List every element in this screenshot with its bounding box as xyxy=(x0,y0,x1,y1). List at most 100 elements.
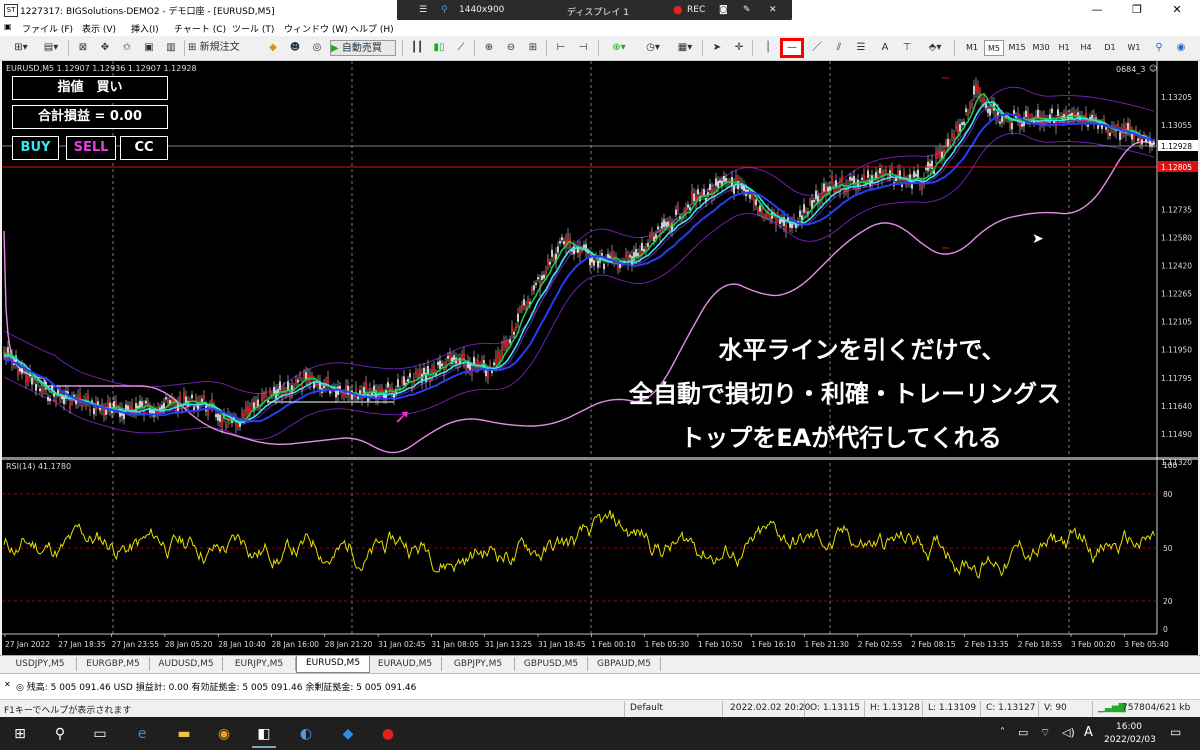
menu-view[interactable]: 表示 (V) xyxy=(82,22,116,35)
symbol-tab-gbpjpy[interactable]: GBPJPY,M5 xyxy=(442,657,515,671)
timeframe-d1[interactable]: D1 xyxy=(1100,40,1120,56)
tray-up-icon[interactable]: ˄ xyxy=(1000,727,1005,738)
time-tick-label: 31 Jan 08:05 xyxy=(431,640,479,649)
recorder-app-icon[interactable]: ● xyxy=(376,722,400,746)
candle xyxy=(291,385,293,394)
windows-start-icon[interactable]: ⊞ xyxy=(8,722,32,746)
bar-chart-icon[interactable]: ┃┃ xyxy=(408,40,426,56)
close-button[interactable]: ✕ xyxy=(1157,0,1197,20)
auto-scroll-icon[interactable]: ⊢ xyxy=(552,40,570,56)
candle xyxy=(755,199,757,206)
timeframe-h4[interactable]: H4 xyxy=(1076,40,1096,56)
camera-icon[interactable]: ◙ xyxy=(719,5,728,15)
text-label-icon[interactable]: ⊤ xyxy=(898,40,916,56)
tester-icon[interactable]: ▥ xyxy=(162,40,180,56)
channel-icon[interactable]: ⫽ xyxy=(830,40,848,56)
metaeditor-icon[interactable]: ◆ xyxy=(264,40,282,56)
indicators-icon[interactable]: ⊕▾ xyxy=(604,40,634,56)
symbol-tab-eurusd[interactable]: EURUSD,M5 xyxy=(296,656,370,673)
search-icon[interactable]: ⚲ xyxy=(48,722,72,746)
menu-tools[interactable]: ツール (T) xyxy=(232,22,274,35)
app-icon-blue[interactable]: ◐ xyxy=(294,722,318,746)
search-icon[interactable]: ⚲ xyxy=(1150,40,1168,56)
zoom-out-icon[interactable]: ⊖ xyxy=(502,40,520,56)
clock[interactable]: 16:00 2022/02/03 xyxy=(1104,721,1156,747)
templates-icon[interactable]: ▦▾ xyxy=(670,40,700,56)
zoom-in-icon[interactable]: ⊕ xyxy=(480,40,498,56)
battery-icon[interactable]: ▭ xyxy=(1018,726,1028,739)
cursor-icon[interactable]: ➤ xyxy=(708,40,726,56)
menu-insert[interactable]: 挿入(I) xyxy=(131,22,159,35)
navigator-icon[interactable]: ✩ xyxy=(118,40,136,56)
task-view-icon[interactable]: ▭ xyxy=(88,722,112,746)
timeframe-m15[interactable]: M15 xyxy=(1006,40,1028,56)
data-window-icon[interactable]: ✥ xyxy=(96,40,114,56)
market-watch-icon[interactable]: ⊠ xyxy=(74,40,92,56)
symbol-tab-euraud[interactable]: EURAUD,M5 xyxy=(369,657,442,671)
sell-button[interactable]: SELL xyxy=(66,136,116,160)
signals-icon[interactable]: ☻ xyxy=(286,40,304,56)
file-explorer-icon[interactable]: ▬ xyxy=(172,722,196,746)
close-all-button[interactable]: CC xyxy=(120,136,168,160)
mdi-icon[interactable]: ▣ xyxy=(4,22,12,31)
terminal-close-icon[interactable]: ✕ xyxy=(4,680,11,689)
order-type-display[interactable]: 指値 買い xyxy=(12,76,168,100)
timeframe-m30[interactable]: M30 xyxy=(1030,40,1052,56)
candle xyxy=(273,386,275,394)
crosshair-icon[interactable]: ✛ xyxy=(730,40,748,56)
symbol-tab-eurjpy[interactable]: EURJPY,M5 xyxy=(223,657,296,671)
symbol-tab-gbpaud[interactable]: GBPAUD,M5 xyxy=(588,657,661,671)
menu-icon[interactable]: ☰ xyxy=(419,5,427,15)
text-icon[interactable]: A xyxy=(876,40,894,56)
fibonacci-icon[interactable]: ☰ xyxy=(852,40,870,56)
chart-shift-icon[interactable]: ⊣ xyxy=(574,40,592,56)
recorder-close-icon[interactable]: ✕ xyxy=(769,5,777,15)
candle xyxy=(757,209,759,213)
candle-chart-icon[interactable]: ▮▯ xyxy=(430,40,448,56)
new-order-button[interactable]: ⊞ 新規注文 xyxy=(188,40,262,56)
menu-help[interactable]: ヘルプ (H) xyxy=(350,22,394,35)
timeframe-m5[interactable]: M5 xyxy=(984,40,1004,56)
pin-icon[interactable]: ⚲ xyxy=(441,5,448,15)
menu-file[interactable]: ファイル (F) xyxy=(22,22,73,35)
network-icon[interactable]: ⌔ xyxy=(1040,726,1050,740)
menu-chart[interactable]: チャート (C) xyxy=(174,22,226,35)
notifications-icon[interactable]: ▭ xyxy=(1170,725,1181,739)
periods-icon[interactable]: ◷▾ xyxy=(638,40,668,56)
profiles-icon[interactable]: ▤▾ xyxy=(38,40,64,56)
symbol-tab-gbpusd[interactable]: GBPUSD,M5 xyxy=(515,657,588,671)
line-chart-icon[interactable]: ⟋ xyxy=(452,40,470,56)
timeframe-w1[interactable]: W1 xyxy=(1124,40,1144,56)
menu-window[interactable]: ウィンドウ (W) xyxy=(284,22,348,35)
minimize-button[interactable]: — xyxy=(1077,0,1117,20)
candle xyxy=(563,241,565,245)
new-chart-icon[interactable]: ⊞▾ xyxy=(6,40,36,56)
rec-label[interactable]: REC xyxy=(687,5,705,15)
vertical-line-icon[interactable]: │ xyxy=(760,40,776,56)
auto-trading-button[interactable]: ▶ 自動売買 xyxy=(330,40,396,56)
symbol-tab-usdjpy[interactable]: USDJPY,M5 xyxy=(4,657,77,671)
symbol-tab-audusd[interactable]: AUDUSD,M5 xyxy=(150,657,223,671)
maximize-button[interactable]: ❐ xyxy=(1117,0,1157,20)
terminal-icon[interactable]: ▣ xyxy=(140,40,158,56)
ime-indicator[interactable]: A xyxy=(1084,725,1093,740)
arrows-icon[interactable]: ⬘▾ xyxy=(920,40,950,56)
timeframe-m1[interactable]: M1 xyxy=(962,40,982,56)
trendline-icon[interactable]: ／ xyxy=(808,40,826,56)
candle xyxy=(243,413,245,420)
horizontal-line-icon[interactable]: — xyxy=(780,38,804,58)
chrome-icon[interactable]: ◉ xyxy=(212,722,236,746)
buy-button[interactable]: BUY xyxy=(12,136,59,160)
chart-window[interactable]: ➚ 1.13205 1.13055 1.12735 1.12580 1.12420 1.1… xyxy=(2,61,1198,655)
community-icon[interactable]: ◉ xyxy=(1172,40,1190,56)
tile-windows-icon[interactable]: ⊞ xyxy=(524,40,542,56)
price-tick-label: 1.12265 xyxy=(1161,290,1192,299)
globe-icon[interactable]: ◎ xyxy=(308,40,326,56)
dropbox-icon[interactable]: ◆ xyxy=(336,722,360,746)
pen-icon[interactable]: ✎ xyxy=(743,5,751,15)
timeframe-h1[interactable]: H1 xyxy=(1054,40,1074,56)
edge-icon[interactable]: e xyxy=(130,722,154,746)
trading-app-icon[interactable]: ◧ xyxy=(252,722,276,748)
symbol-tab-eurgbp[interactable]: EURGBP,M5 xyxy=(77,657,150,671)
volume-icon[interactable]: ◁) xyxy=(1062,726,1075,739)
